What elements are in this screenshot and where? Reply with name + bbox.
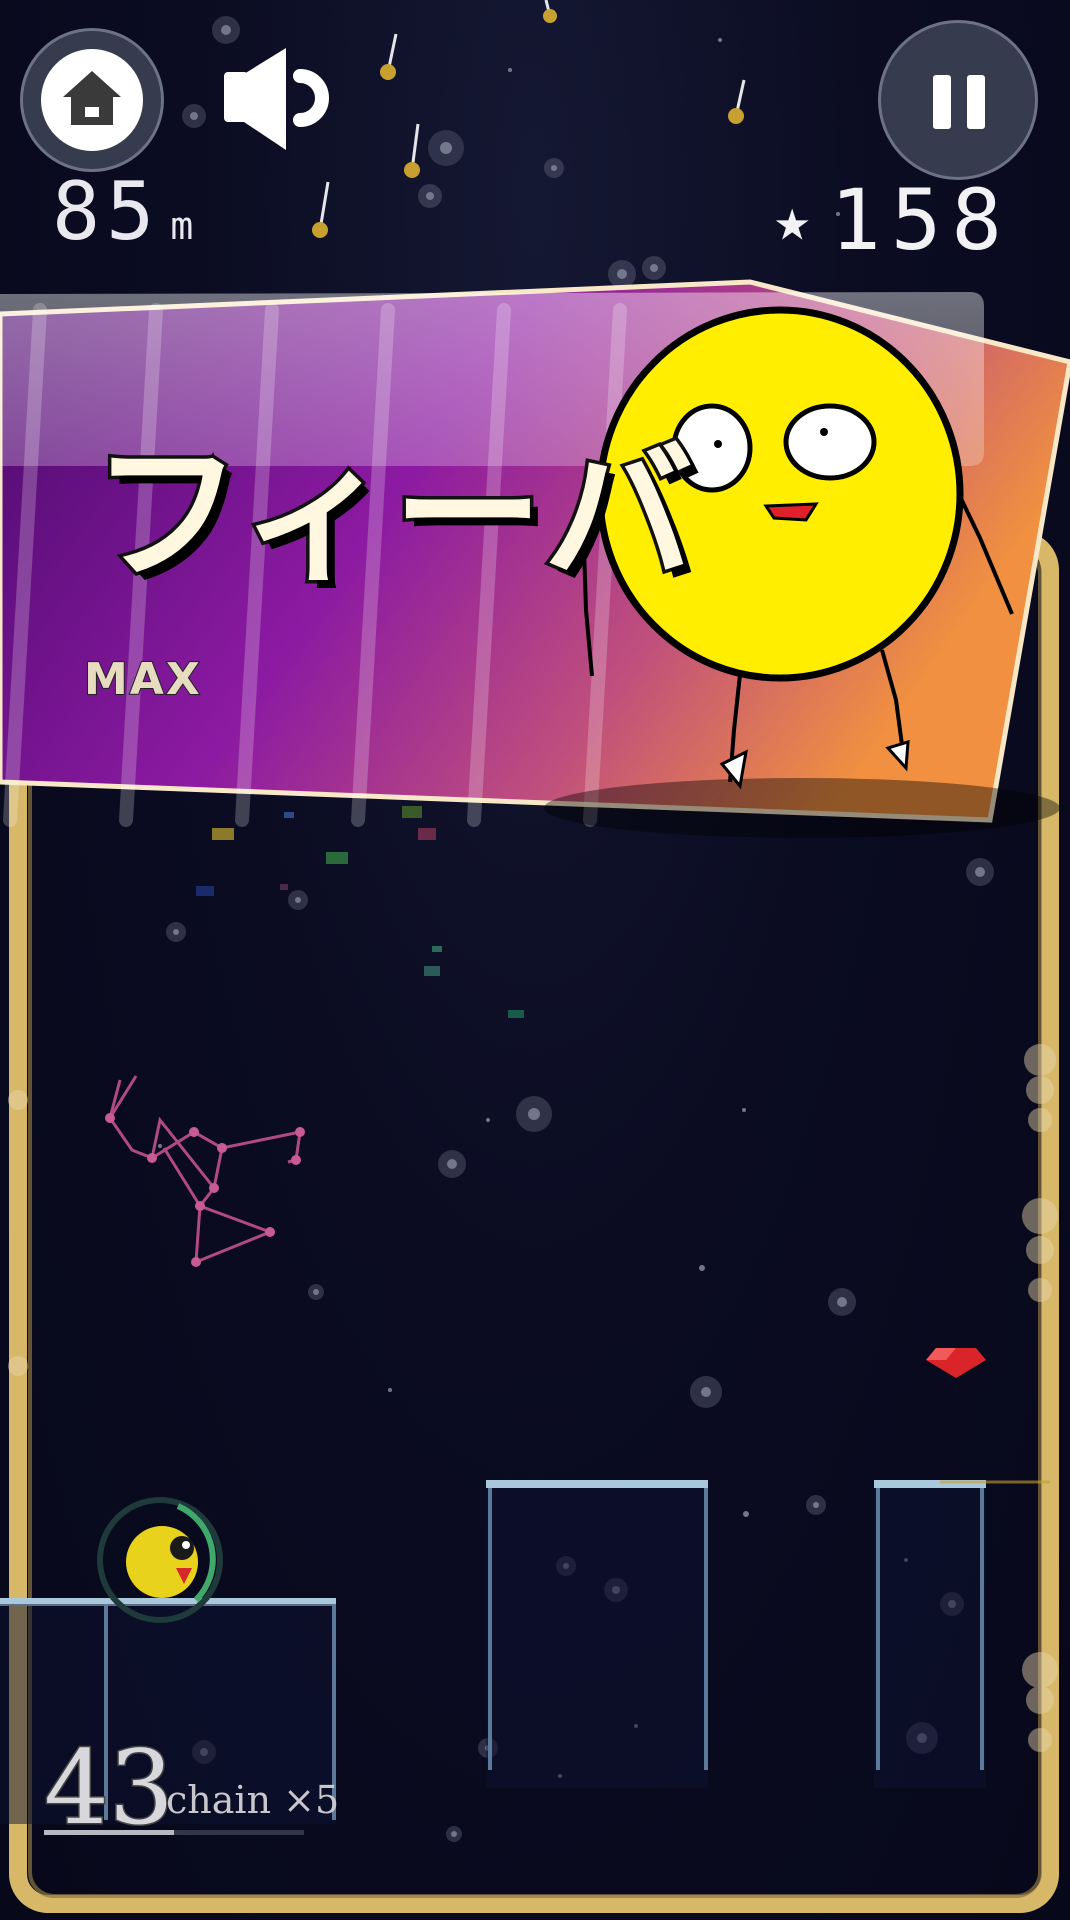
platform-right [874, 1480, 1050, 1788]
star-icon: ★ [774, 185, 811, 255]
star-count: 158 [830, 171, 1012, 269]
home-icon-bg [41, 49, 143, 151]
game-world [0, 0, 1070, 1913]
ruby-gem-icon[interactable] [926, 1348, 986, 1378]
confetti [196, 806, 524, 1018]
fever-level: MAX [83, 653, 202, 706]
combo-progress-fill [44, 1830, 174, 1835]
distance-unit: m [170, 204, 194, 248]
home-button[interactable] [20, 28, 164, 172]
game-stage[interactable]: 85 m ★ 158 フィーバ MAX 43 chain ×5 [0, 0, 1070, 1920]
constellation-icon [105, 1075, 305, 1267]
home-icon [63, 71, 121, 125]
speaker-icon [224, 48, 329, 150]
pause-button[interactable] [878, 20, 1038, 180]
falling-stars [312, 0, 746, 238]
combo-count: 43 [43, 1729, 176, 1848]
chain-label: chain ×5 [166, 1778, 340, 1822]
sound-button[interactable] [214, 44, 344, 154]
platform-middle [486, 1480, 708, 1788]
distance-display: 85 m [52, 172, 193, 252]
distance-value: 85 [52, 165, 161, 258]
star-score: ★ 158 [774, 178, 1012, 262]
fever-title: フィーバ [89, 428, 698, 602]
